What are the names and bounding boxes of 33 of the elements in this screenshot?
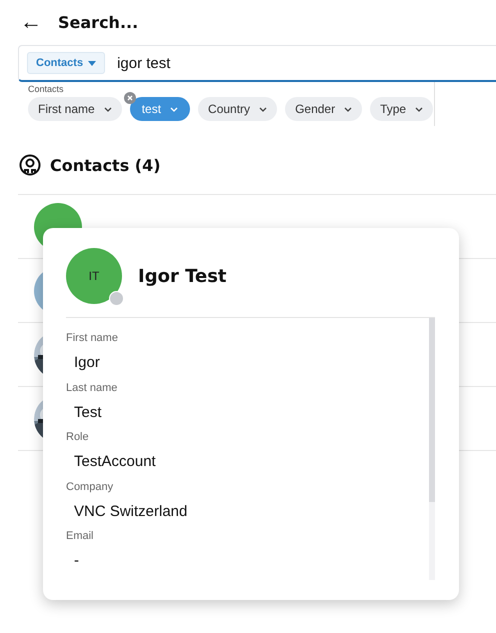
filter-chip[interactable]: Gender: [285, 97, 362, 121]
field-label: Last name: [66, 382, 118, 394]
remove-icon[interactable]: [124, 92, 136, 104]
field-label: Company: [66, 480, 114, 493]
chevron-icon: [104, 106, 112, 112]
chevron-icon: [344, 106, 352, 112]
field-value: VNC Switzerland: [74, 502, 188, 520]
contacts-icon: [19, 154, 41, 176]
field-value: Test: [74, 404, 103, 421]
field-value: Igor: [74, 354, 101, 371]
page-title: Search...: [58, 12, 138, 32]
contact-name: Igor Test: [138, 266, 227, 286]
field-label: Role: [66, 431, 90, 444]
field-value: TestAccount: [74, 453, 157, 470]
back-button[interactable]: ←: [20, 11, 42, 33]
chevron-icon: [170, 106, 178, 112]
filter-chip[interactable]: Country: [198, 97, 278, 121]
field-label: Email: [66, 530, 95, 542]
chevron-icon: [415, 106, 424, 112]
field-value: -: [74, 552, 80, 570]
section-title: Contacts (4): [50, 156, 161, 174]
filter-chip[interactable]: Type: [370, 97, 434, 121]
avatar-initials: IT: [88, 269, 100, 283]
filter-label: Contacts: [28, 84, 65, 94]
search-field[interactable]: Contacts igor test: [18, 45, 496, 82]
scope-dropdown[interactable]: Contacts: [27, 52, 106, 74]
caret-icon: [88, 60, 96, 66]
filter-chip[interactable]: First name: [28, 97, 122, 121]
chevron-icon: [259, 106, 268, 112]
field-label: First name: [66, 332, 119, 344]
scrollbar[interactable]: [429, 318, 435, 580]
search-query: igor test: [117, 54, 170, 72]
status-dot: [109, 291, 124, 306]
